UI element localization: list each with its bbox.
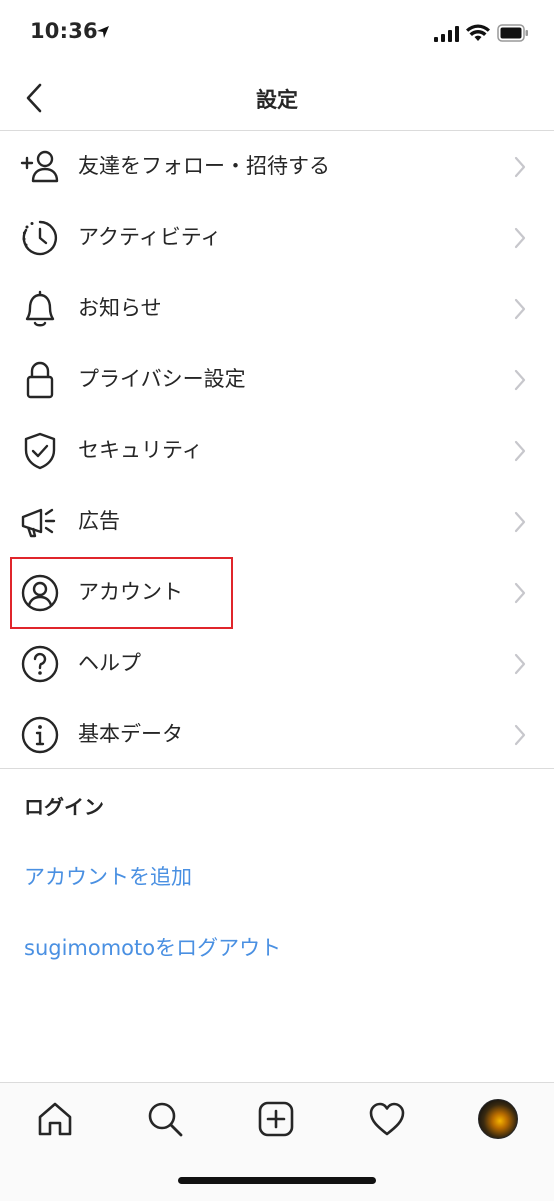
chevron-right-icon [514, 653, 526, 675]
lock-icon [19, 359, 61, 401]
add-account-link[interactable]: アカウントを追加 [24, 861, 192, 891]
wifi-icon [466, 24, 490, 41]
menu-item-notifications[interactable]: お知らせ [0, 273, 554, 344]
chevron-right-icon [514, 511, 526, 533]
signal-icon [434, 26, 459, 42]
chevron-right-icon [514, 582, 526, 604]
tab-activity[interactable] [365, 1097, 409, 1141]
shield-check-icon [19, 430, 61, 472]
add-person-icon [19, 146, 61, 188]
chevron-right-icon [514, 298, 526, 320]
menu-item-label: 広告 [78, 509, 120, 533]
menu-item-about[interactable]: 基本データ [0, 699, 554, 770]
logout-link[interactable]: sugimomotoをログアウト [24, 932, 281, 962]
help-circle-icon [19, 643, 61, 685]
tab-home[interactable] [33, 1097, 77, 1141]
chevron-right-icon [514, 369, 526, 391]
menu-item-follow-invite[interactable]: 友達をフォロー・招待する [0, 131, 554, 202]
menu-item-account[interactable]: アカウント [0, 557, 554, 628]
home-indicator [178, 1177, 376, 1184]
search-icon [148, 1102, 183, 1137]
status-bar: 10:36 [0, 0, 554, 70]
chevron-right-icon [514, 440, 526, 462]
megaphone-icon [19, 501, 61, 543]
menu-item-label: ヘルプ [78, 651, 141, 675]
settings-menu: 友達をフォロー・招待する アクティビティ お知らせ プライバシー設定 セキュリテ… [0, 131, 554, 770]
tab-search[interactable] [143, 1097, 187, 1141]
menu-item-privacy[interactable]: プライバシー設定 [0, 344, 554, 415]
nav-bar: 設定 [0, 66, 554, 131]
menu-item-label: お知らせ [78, 296, 162, 320]
bell-icon [19, 288, 61, 330]
info-circle-icon [19, 714, 61, 756]
menu-item-security[interactable]: セキュリティ [0, 415, 554, 486]
page-title: 設定 [256, 88, 298, 112]
account-circle-icon [19, 572, 61, 614]
menu-item-label: 基本データ [78, 722, 183, 746]
new-post-icon [258, 1101, 294, 1137]
tab-profile[interactable] [476, 1097, 520, 1141]
menu-item-activity[interactable]: アクティビティ [0, 202, 554, 273]
login-section-heading: ログイン [24, 795, 104, 819]
menu-item-label: 友達をフォロー・招待する [78, 154, 330, 178]
battery-icon [497, 24, 528, 42]
menu-item-label: アクティビティ [78, 225, 222, 249]
status-time: 10:36 [30, 19, 98, 43]
section-divider [0, 768, 554, 769]
chevron-right-icon [514, 227, 526, 249]
menu-item-ads[interactable]: 広告 [0, 486, 554, 557]
menu-item-label: プライバシー設定 [78, 367, 246, 391]
chevron-right-icon [514, 724, 526, 746]
activity-clock-icon [19, 217, 61, 259]
location-arrow-icon [97, 26, 109, 38]
tab-new-post[interactable] [254, 1097, 298, 1141]
home-icon [38, 1102, 72, 1136]
chevron-right-icon [514, 156, 526, 178]
menu-item-label: アカウント [78, 580, 183, 604]
menu-item-help[interactable]: ヘルプ [0, 628, 554, 699]
profile-avatar [478, 1099, 518, 1139]
menu-item-label: セキュリティ [78, 438, 203, 462]
heart-icon [369, 1102, 405, 1136]
